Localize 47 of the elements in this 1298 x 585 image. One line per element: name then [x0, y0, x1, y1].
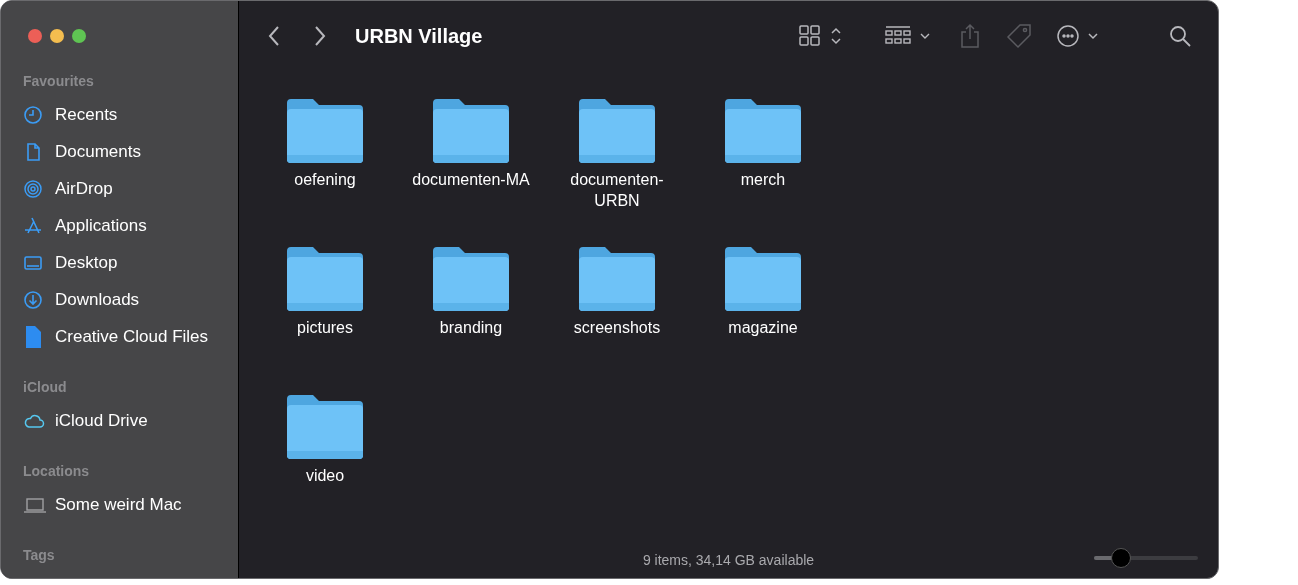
folder-name[interactable]: screenshots: [557, 317, 677, 338]
folder-name[interactable]: pictures: [265, 317, 385, 338]
folder-icon[interactable]: [285, 97, 365, 163]
sidebar-heading: Tags: [23, 546, 56, 565]
folder-name[interactable]: video: [265, 465, 385, 486]
folder-name[interactable]: documenten-MA: [411, 169, 531, 190]
sidebar-heading: Favourites: [23, 72, 95, 91]
sidebar-item[interactable]: Desktop: [55, 249, 118, 276]
zoom-button[interactable]: [72, 29, 86, 43]
sidebar-heading: iCloud: [23, 378, 68, 397]
sidebar-item[interactable]: AirDrop: [55, 175, 113, 202]
zoom-slider[interactable]: [1094, 548, 1198, 568]
sidebar-item[interactable]: Documents: [55, 138, 141, 165]
folder-name[interactable]: oefening: [265, 169, 385, 190]
folder-icon[interactable]: [431, 97, 511, 163]
folder-name[interactable]: merch: [703, 169, 823, 190]
folder-icon[interactable]: [723, 97, 803, 163]
folder-icon[interactable]: [577, 245, 657, 311]
slider-thumb[interactable]: [1111, 548, 1132, 568]
close-button[interactable]: [28, 29, 42, 43]
sidebar-item[interactable]: Creative Cloud Files: [55, 323, 209, 350]
file-icon: [23, 324, 43, 349]
folder-name[interactable]: magazine: [703, 317, 823, 338]
folder-icon[interactable]: [723, 245, 803, 311]
sidebar-item[interactable]: iCloud Drive: [55, 407, 148, 434]
sidebar-heading: Locations: [23, 462, 91, 481]
sidebar-item[interactable]: Recents: [55, 101, 118, 128]
folder-name[interactable]: documenten-URBN: [557, 169, 677, 211]
search-icon[interactable]: [1168, 24, 1192, 48]
window-title: URBN Village: [355, 24, 483, 49]
sidebar-item[interactable]: Downloads: [55, 286, 140, 313]
airdrop-icon: [23, 178, 43, 199]
download-icon: [23, 289, 43, 310]
clock-icon: [23, 104, 43, 125]
minimize-button[interactable]: [50, 29, 64, 43]
folder-name[interactable]: branding: [411, 317, 531, 338]
folder-icon[interactable]: [431, 245, 511, 311]
icon-view-icon[interactable]: [798, 24, 844, 48]
folder-icon[interactable]: [577, 97, 657, 163]
sidebar-item[interactable]: Some weird Mac: [55, 491, 182, 518]
applications-icon: [23, 215, 43, 236]
folder-icon[interactable]: [285, 245, 365, 311]
folder-icon[interactable]: [285, 393, 365, 459]
status-text: 9 items, 34,14 GB available: [642, 550, 815, 570]
forward-icon[interactable]: [313, 25, 327, 47]
sidebar-item[interactable]: Applications: [55, 212, 147, 239]
back-icon[interactable]: [267, 25, 281, 47]
